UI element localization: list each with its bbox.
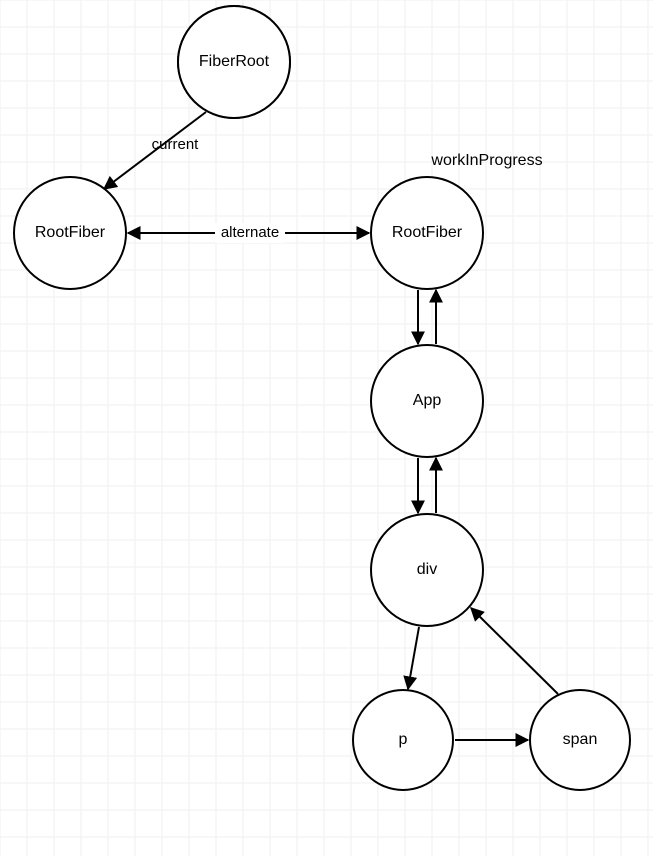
node-rootfiber-left: RootFiber xyxy=(14,177,126,289)
edge-label-alternate: alternate xyxy=(221,224,279,241)
node-app: App xyxy=(371,345,483,457)
node-div: div xyxy=(371,514,483,626)
node-rootfiber-right: RootFiber xyxy=(371,177,483,289)
node-label-fiberroot: FiberRoot xyxy=(199,53,270,70)
node-label-app: App xyxy=(413,392,442,409)
edge-label-current: current xyxy=(152,136,200,153)
node-fiberroot: FiberRoot xyxy=(178,6,290,118)
node-p: p xyxy=(353,690,453,790)
edge-div-to-p xyxy=(408,627,419,689)
node-label-rootfiber-left: RootFiber xyxy=(35,224,106,241)
fiber-diagram: current alternate workInProgress FiberRo… xyxy=(0,0,653,856)
node-label-div: div xyxy=(417,561,437,578)
label-workinprogress: workInProgress xyxy=(430,152,542,169)
node-label-p: p xyxy=(399,731,408,748)
node-label-rootfiber-right: RootFiber xyxy=(392,224,463,241)
node-label-span: span xyxy=(563,731,598,748)
node-span: span xyxy=(530,690,630,790)
edges: current alternate xyxy=(104,112,558,740)
